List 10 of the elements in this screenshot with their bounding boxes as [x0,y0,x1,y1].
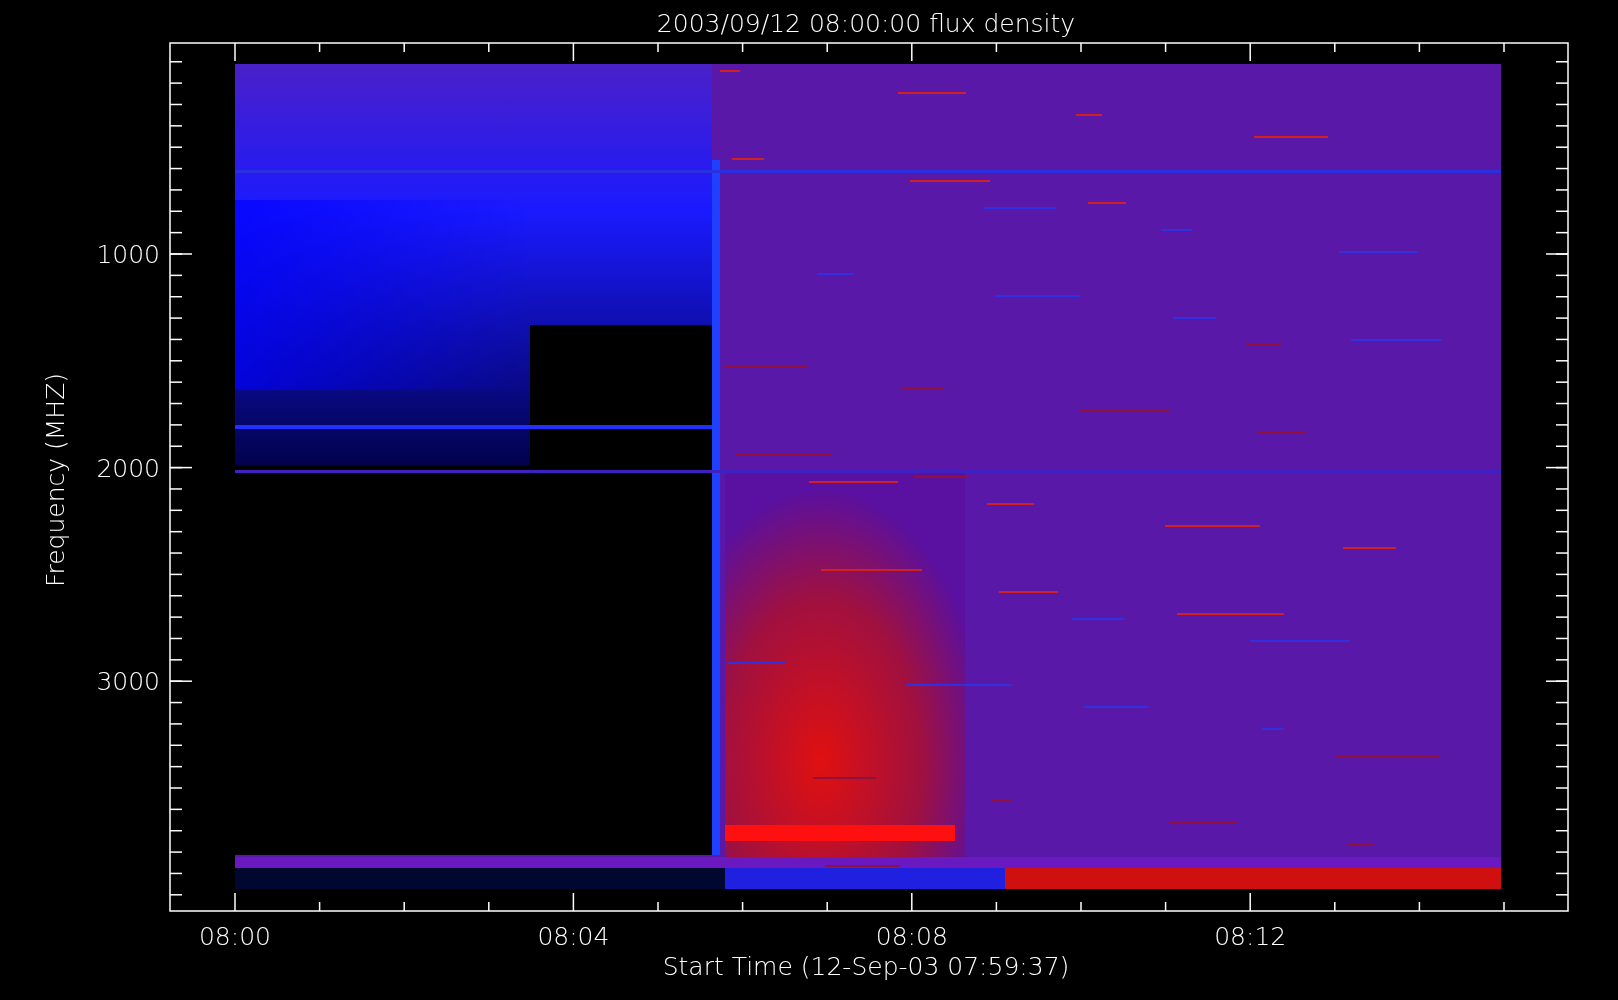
x-tick-label: 08:08 [875,922,948,951]
x-tick-label: 08:04 [537,922,610,951]
y-tick-label: 2000 [96,453,160,483]
x-axis-label: Start Time (12-Sep-03 07:59:37) [662,952,1070,981]
y-tick-label: 3000 [96,667,160,697]
y-tick-label: 1000 [96,240,160,269]
plot-title: 2003/09/12 08:00:00 flux density [656,9,1076,38]
x-tick-label: 08:12 [1214,922,1287,951]
x-tick-label: 08:00 [199,922,271,951]
y-axis-label: Frequency (MHZ) [41,372,70,588]
